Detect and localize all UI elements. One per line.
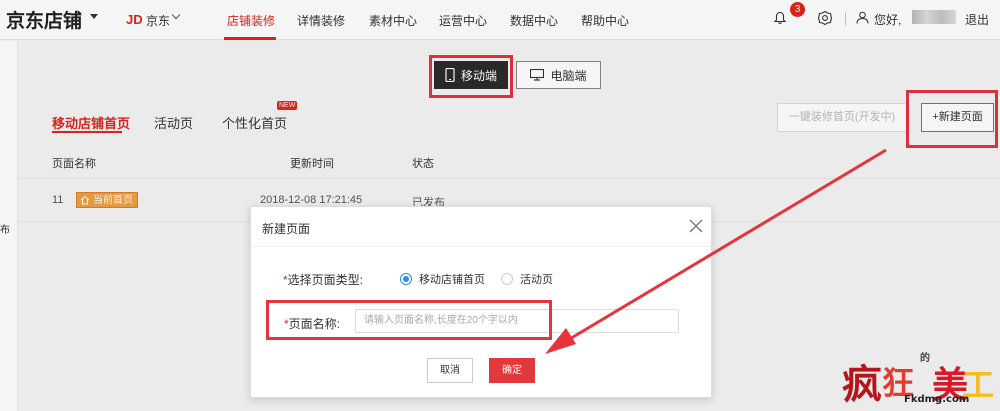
page-type-label: *选择页面类型: (283, 271, 363, 288)
watermark-url: Fkdmg.com (904, 394, 970, 405)
watermark-char: 疯 (842, 361, 882, 408)
dialog-title: 新建页面 (262, 222, 311, 236)
dialog-header: 新建页面 (251, 207, 711, 247)
watermark-char: 的 (920, 353, 930, 364)
watermark-logo: 疯 狂 的 美 工 Fkdmg.com (842, 350, 994, 408)
radio-activity-page-label[interactable]: 活动页 (520, 271, 553, 287)
radio-mobile-home-label[interactable]: 移动店铺首页 (419, 271, 485, 287)
radio-mobile-home[interactable] (400, 273, 412, 285)
confirm-button[interactable]: 确定 (489, 358, 535, 383)
radio-activity-page[interactable] (501, 273, 513, 285)
page-type-label-text: 选择页面类型: (287, 273, 364, 287)
close-icon[interactable] (688, 218, 704, 234)
cancel-button[interactable]: 取消 (427, 358, 473, 383)
highlight-box-name-field (266, 300, 552, 340)
